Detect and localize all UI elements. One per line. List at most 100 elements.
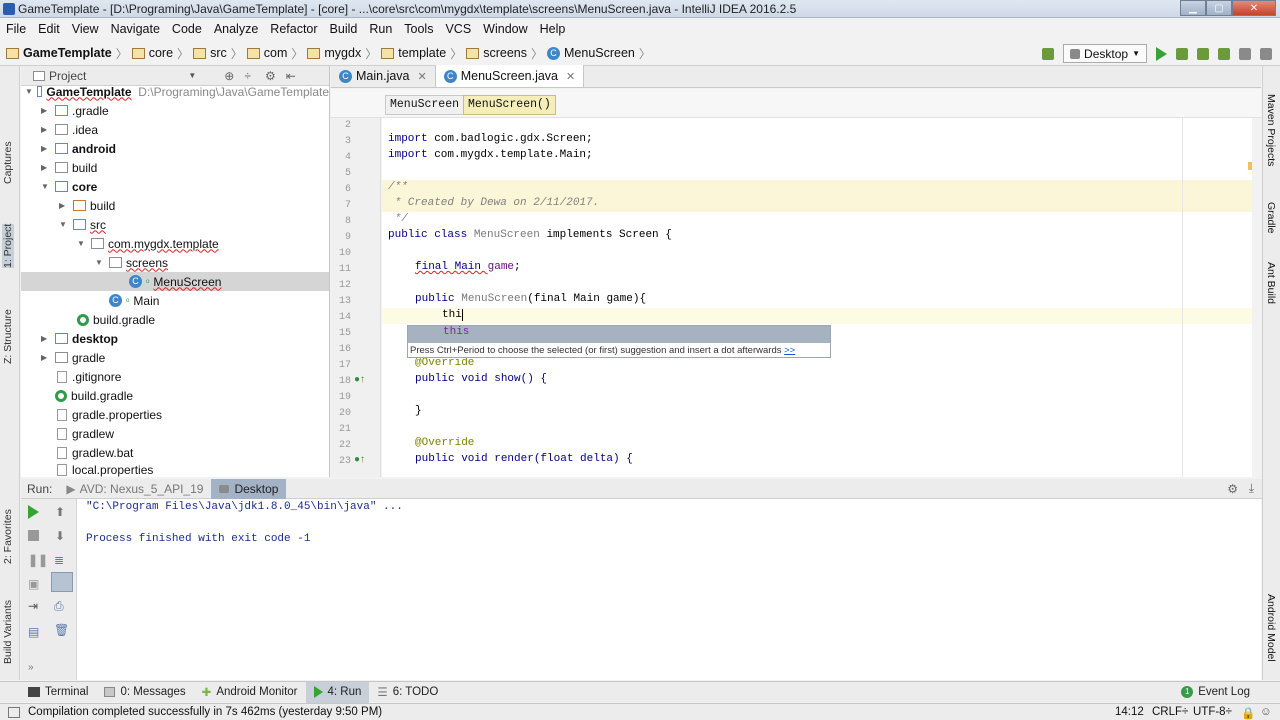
ant-build-tool-tab[interactable]: Ant Build — [1265, 262, 1277, 304]
override-marker-icon[interactable]: ●↑ — [354, 374, 365, 385]
android-model-tool-tab[interactable]: Android Model — [1265, 594, 1277, 662]
file-encoding[interactable]: UTF-8÷ — [1193, 706, 1232, 718]
build-variants-tool-tab[interactable]: Build Variants — [2, 600, 14, 664]
camera-icon[interactable]: ▣ — [28, 577, 39, 591]
override-marker-icon[interactable]: ●↑ — [354, 454, 365, 465]
tree-item[interactable]: .gitignore — [21, 367, 329, 386]
crumb-core[interactable]: core 〉 — [131, 45, 189, 62]
run-icon[interactable] — [1156, 46, 1167, 61]
debug-icon[interactable] — [1176, 47, 1188, 60]
tree-item[interactable]: local.properties — [21, 460, 329, 479]
print-icon[interactable]: ⎙ — [54, 599, 64, 614]
rerun-icon[interactable] — [28, 505, 39, 519]
menu-view[interactable]: View — [66, 22, 105, 36]
favorites-tool-tab[interactable]: 2: Favorites — [2, 509, 14, 564]
tree-root[interactable]: ▼ GameTemplate D:\Programing\Java\GameTem… — [21, 82, 329, 101]
close-tab-icon[interactable]: ✕ — [418, 70, 427, 83]
stop-icon[interactable] — [1239, 47, 1251, 60]
more-icon[interactable]: » — [28, 662, 34, 673]
run-tab-desktop[interactable]: Desktop — [211, 478, 287, 499]
crumb-screens[interactable]: screens 〉 — [466, 45, 543, 62]
menu-code[interactable]: Code — [166, 22, 208, 36]
tree-item[interactable]: ▶ gradle — [21, 348, 329, 367]
tree-item[interactable]: ▼ src — [21, 215, 329, 234]
tree-item[interactable]: ▶ .gradle — [21, 101, 329, 120]
tab-main-java[interactable]: C Main.java ✕ — [331, 65, 436, 87]
messages-tool-tab[interactable]: 0: Messages — [96, 682, 193, 703]
crumb-src[interactable]: src 〉 — [193, 45, 243, 62]
captures-tool-tab[interactable]: Captures — [2, 141, 14, 184]
run-console[interactable]: "C:\Program Files\Java\jdk1.8.0_45\bin\j… — [77, 499, 1261, 680]
close-window-button[interactable]: ✕ — [1232, 0, 1276, 16]
android-monitor-tool-tab[interactable]: ✚ Android Monitor — [194, 682, 306, 703]
tree-item[interactable]: ▶ build — [21, 196, 329, 215]
project-tool-tab[interactable]: 1: Project — [2, 223, 14, 268]
menu-tools[interactable]: Tools — [398, 22, 439, 36]
collapse-icon[interactable]: ÷ — [244, 69, 251, 83]
minimize-button[interactable]: ▁ — [1180, 0, 1206, 16]
crumb-com[interactable]: com 〉 — [246, 45, 303, 62]
breadcrumb-chip-class[interactable]: MenuScreen — [385, 95, 465, 115]
menu-refactor[interactable]: Refactor — [264, 22, 323, 36]
crumb-menuscreen[interactable]: C MenuScreen 〉 — [547, 45, 651, 62]
run-tab-avd[interactable]: ▶ AVD: Nexus_5_API_19 — [58, 479, 211, 499]
tree-item[interactable]: ▶ .idea — [21, 120, 329, 139]
crumb-project[interactable]: GameTemplate 〉 — [6, 45, 128, 62]
restore-layout-icon[interactable]: ⇥ — [28, 599, 38, 613]
clear-all-icon[interactable]: 🗑 — [54, 623, 69, 637]
tree-item[interactable]: ▼ screens — [21, 253, 329, 272]
tree-item[interactable]: ▶ android — [21, 139, 329, 158]
run-tool-tab[interactable]: 4: Run — [305, 681, 370, 703]
breadcrumb-chip-constructor[interactable]: MenuScreen() — [463, 95, 556, 115]
lock-icon[interactable]: 🔒 — [1241, 706, 1255, 720]
menu-file[interactable]: File — [0, 22, 32, 36]
menu-navigate[interactable]: Navigate — [105, 22, 166, 36]
soft-wrap-icon[interactable]: ≣ — [54, 553, 64, 567]
toggle-tool-windows-icon[interactable] — [8, 707, 20, 718]
menu-edit[interactable]: Edit — [32, 22, 66, 36]
hide-panel-icon[interactable]: ⤓ — [1249, 481, 1254, 496]
structure-tool-tab[interactable]: Z: Structure — [2, 309, 14, 364]
tree-item-selected[interactable]: Cᵒ MenuScreen — [21, 272, 329, 291]
close-tab-icon[interactable]: ✕ — [566, 70, 575, 83]
code-editor[interactable]: import com.badlogic.gdx.Screen; import c… — [382, 118, 1252, 477]
coverage-icon[interactable] — [1197, 47, 1209, 60]
gear-icon[interactable]: ⚙ — [1227, 482, 1238, 496]
menu-build[interactable]: Build — [324, 22, 364, 36]
tree-item[interactable]: build.gradle — [21, 310, 329, 329]
code-completion-popup[interactable]: this Press Ctrl+Period to choose the sel… — [407, 325, 831, 358]
completion-hint-link[interactable]: >> — [784, 345, 795, 356]
menu-run[interactable]: Run — [363, 22, 398, 36]
sync-icon[interactable]: ⊕ — [224, 69, 234, 83]
up-arrow-icon[interactable]: ⬆ — [55, 505, 65, 519]
event-log-tool-tab[interactable]: 1 Event Log — [1173, 682, 1258, 703]
tree-item[interactable]: gradle.properties — [21, 405, 329, 424]
tab-menuscreen-java[interactable]: C MenuScreen.java ✕ — [435, 65, 585, 87]
menu-help[interactable]: Help — [534, 22, 572, 36]
menu-window[interactable]: Window — [477, 22, 533, 36]
maven-projects-tool-tab[interactable]: Maven Projects — [1265, 94, 1277, 166]
gear-icon[interactable]: ⚙ — [265, 69, 276, 83]
completion-suggestion[interactable]: this — [408, 326, 830, 343]
chevron-down-icon[interactable]: ▼ — [188, 71, 196, 80]
tree-item[interactable]: ▼ core — [21, 177, 329, 196]
scroll-to-end-icon[interactable] — [51, 572, 73, 592]
hide-panel-icon[interactable]: ⇤ — [286, 69, 296, 83]
tree-item[interactable]: gradlew — [21, 424, 329, 443]
tree-item[interactable]: build.gradle — [21, 386, 329, 405]
layout-icon[interactable]: ▤ — [28, 625, 39, 639]
project-structure-icon[interactable] — [1260, 47, 1272, 60]
tree-item[interactable]: ▼ com.mygdx.template — [21, 234, 329, 253]
menu-analyze[interactable]: Analyze — [208, 22, 264, 36]
maximize-button[interactable]: ▢ — [1206, 0, 1232, 16]
attach-debugger-icon[interactable] — [1218, 47, 1230, 60]
menu-vcs[interactable]: VCS — [439, 22, 477, 36]
crumb-template[interactable]: template 〉 — [381, 45, 462, 62]
make-project-icon[interactable] — [1042, 47, 1055, 60]
line-separator[interactable]: CRLF÷ — [1152, 706, 1188, 718]
tree-item[interactable]: ▶ desktop — [21, 329, 329, 348]
run-config-select[interactable]: Desktop ▼ — [1063, 44, 1147, 63]
pause-icon[interactable]: ❚❚ — [28, 553, 48, 567]
gradle-tool-tab[interactable]: Gradle — [1265, 202, 1277, 234]
crumb-mygdx[interactable]: mygdx 〉 — [307, 45, 377, 62]
